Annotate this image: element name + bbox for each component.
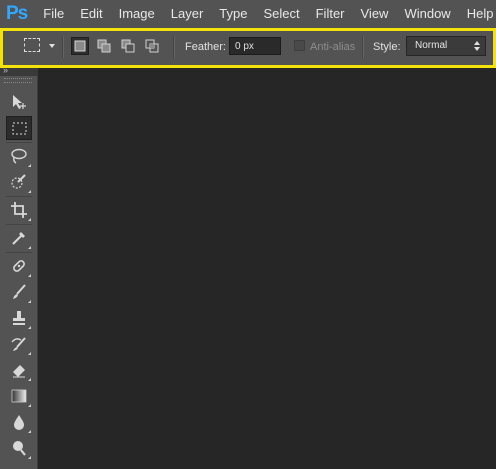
tool-preset-marquee-icon[interactable]	[24, 38, 40, 52]
crop-tool[interactable]	[6, 198, 32, 222]
quick-selection-icon	[11, 174, 26, 189]
quick-selection-tool[interactable]	[6, 170, 32, 194]
tool-group-indicator	[28, 326, 31, 329]
divider	[6, 224, 32, 225]
blur-tool[interactable]	[6, 410, 32, 434]
tool-group-indicator	[28, 246, 31, 249]
panel-grip[interactable]	[4, 78, 32, 83]
eraser-icon	[13, 365, 25, 378]
bandage-icon	[13, 260, 25, 272]
menu-select[interactable]: Select	[255, 0, 307, 28]
brush-tool[interactable]	[6, 280, 32, 304]
menu-file[interactable]: File	[35, 0, 72, 28]
tool-group-indicator	[28, 164, 31, 167]
menu-window[interactable]: Window	[396, 0, 458, 28]
divider	[6, 252, 32, 253]
tool-group-indicator	[28, 404, 31, 407]
tool-group-indicator	[28, 456, 31, 459]
move-tool[interactable]	[6, 90, 32, 114]
tool-group-indicator	[28, 190, 31, 193]
divider	[62, 36, 64, 58]
drop-icon	[14, 415, 24, 430]
menu-filter[interactable]: Filter	[308, 0, 353, 28]
tools-panel	[0, 76, 38, 469]
menu-type[interactable]: Type	[211, 0, 255, 28]
tool-group-indicator	[28, 218, 31, 221]
new-selection-button[interactable]	[71, 37, 89, 55]
menu-view[interactable]: View	[353, 0, 397, 28]
divider	[6, 196, 32, 197]
menu-help[interactable]: Help	[459, 0, 496, 28]
tool-group-indicator	[28, 430, 31, 433]
history-brush-tool[interactable]	[6, 332, 32, 356]
menu-layer[interactable]: Layer	[163, 0, 212, 28]
lasso-tool[interactable]	[6, 144, 32, 168]
add-to-selection-button[interactable]	[95, 37, 113, 55]
spot-healing-brush-tool[interactable]	[6, 254, 32, 278]
document-workspace[interactable]	[38, 68, 496, 469]
tool-group-indicator	[28, 378, 31, 381]
photoshop-logo: Ps	[6, 3, 28, 24]
style-label: Style:	[373, 41, 401, 53]
menu-bar: Ps File Edit Image Layer Type Select Fil…	[0, 0, 496, 28]
clone-stamp-tool[interactable]	[6, 306, 32, 330]
divider	[6, 142, 32, 143]
rectangular-marquee-icon	[12, 122, 27, 135]
brush-icon	[13, 284, 26, 299]
up-down-arrows-icon	[474, 41, 480, 51]
subtract-from-selection-button[interactable]	[119, 37, 137, 55]
stamp-icon	[13, 311, 25, 325]
collapse-arrows-icon[interactable]: »	[3, 65, 8, 75]
move-icon	[13, 95, 26, 109]
feather-label: Feather:	[185, 41, 226, 53]
add-to-selection-icon	[97, 39, 111, 53]
style-select[interactable]: Normal	[406, 36, 486, 56]
style-select-value: Normal	[415, 40, 448, 51]
toolbar-header[interactable]: »	[0, 65, 38, 76]
menu-image[interactable]: Image	[111, 0, 163, 28]
tool-group-indicator	[28, 352, 31, 355]
anti-alias-checkbox[interactable]	[294, 40, 305, 51]
gradient-tool[interactable]	[6, 384, 32, 408]
divider	[173, 36, 175, 58]
gradient-icon	[11, 389, 27, 403]
new-selection-icon	[74, 40, 86, 52]
subtract-from-selection-icon	[121, 39, 135, 53]
crop-icon	[11, 202, 27, 218]
tool-group-indicator	[28, 300, 31, 303]
tool-group-indicator	[28, 274, 31, 277]
feather-input[interactable]: 0 px	[229, 37, 281, 55]
eyedropper-tool[interactable]	[6, 226, 32, 250]
options-bar: Feather: 0 px Anti-alias Style: Normal	[0, 28, 496, 68]
dodge-tool[interactable]	[6, 436, 32, 460]
dodge-icon	[13, 441, 26, 456]
intersect-selection-icon	[145, 39, 159, 53]
eyedropper-icon	[12, 232, 25, 245]
tool-preset-dropdown-icon[interactable]	[49, 44, 55, 48]
history-brush-icon	[11, 337, 26, 351]
divider	[362, 36, 364, 58]
lasso-icon	[11, 148, 27, 164]
menu-edit[interactable]: Edit	[72, 0, 110, 28]
rectangular-marquee-tool[interactable]	[6, 116, 32, 140]
eraser-tool[interactable]	[6, 358, 32, 382]
intersect-selection-button[interactable]	[143, 37, 161, 55]
anti-alias-label: Anti-alias	[310, 41, 356, 53]
